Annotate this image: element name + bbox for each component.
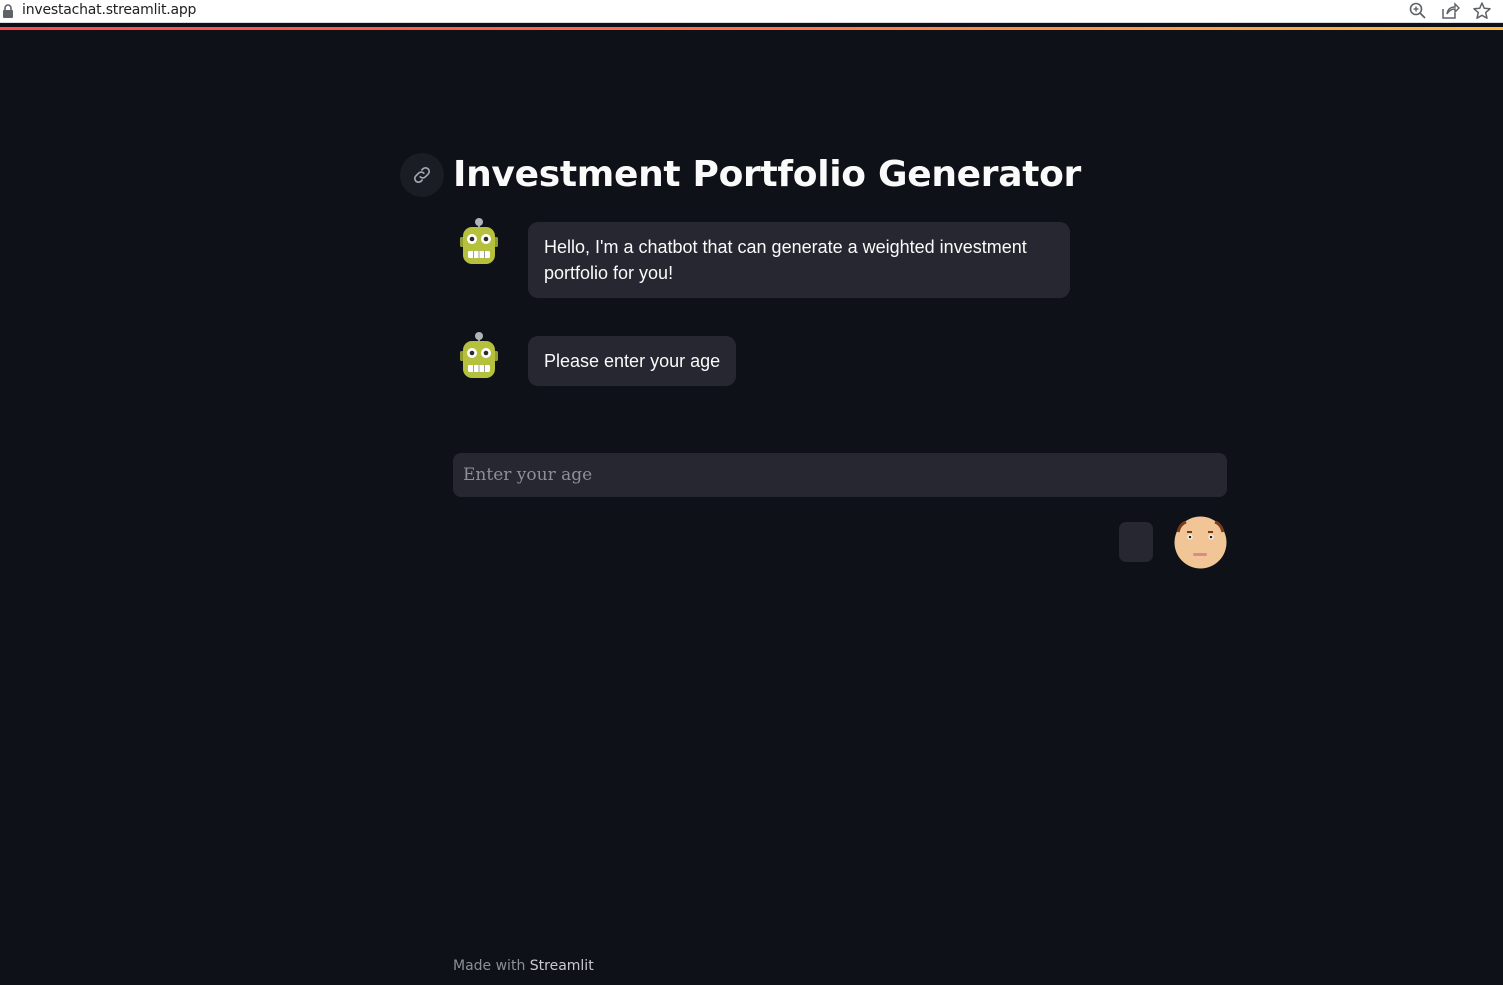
streamlit-link[interactable]: Streamlit [530,958,594,974]
footer-prefix: Made with [453,958,526,974]
bot-message-text: Hello, I'm a chatbot that can generate a… [544,237,1027,283]
bot-message-text: Please enter your age [544,351,721,371]
robot-icon [460,218,498,264]
footer: Made with Streamlit [453,958,594,974]
robot-icon [460,332,498,378]
link-icon [413,166,431,184]
lock-icon [3,4,13,18]
user-message-bubble [1119,522,1153,562]
user-face-icon [1174,516,1227,569]
bot-message-bubble: Hello, I'm a chatbot that can generate a… [528,222,1070,298]
bot-message-bubble: Please enter your age [528,336,737,386]
browser-address-bar: investachat.streamlit.app [0,0,1503,23]
bookmark-star-icon[interactable] [1472,1,1492,21]
zoom-icon[interactable] [1408,1,1428,21]
title-anchor-link[interactable] [400,153,444,197]
share-icon[interactable] [1440,1,1460,21]
page-title: Investment Portfolio Generator [453,154,1082,195]
url-text[interactable]: investachat.streamlit.app [22,2,196,18]
header-decoration-bar [0,27,1503,30]
age-input[interactable] [453,453,1227,497]
